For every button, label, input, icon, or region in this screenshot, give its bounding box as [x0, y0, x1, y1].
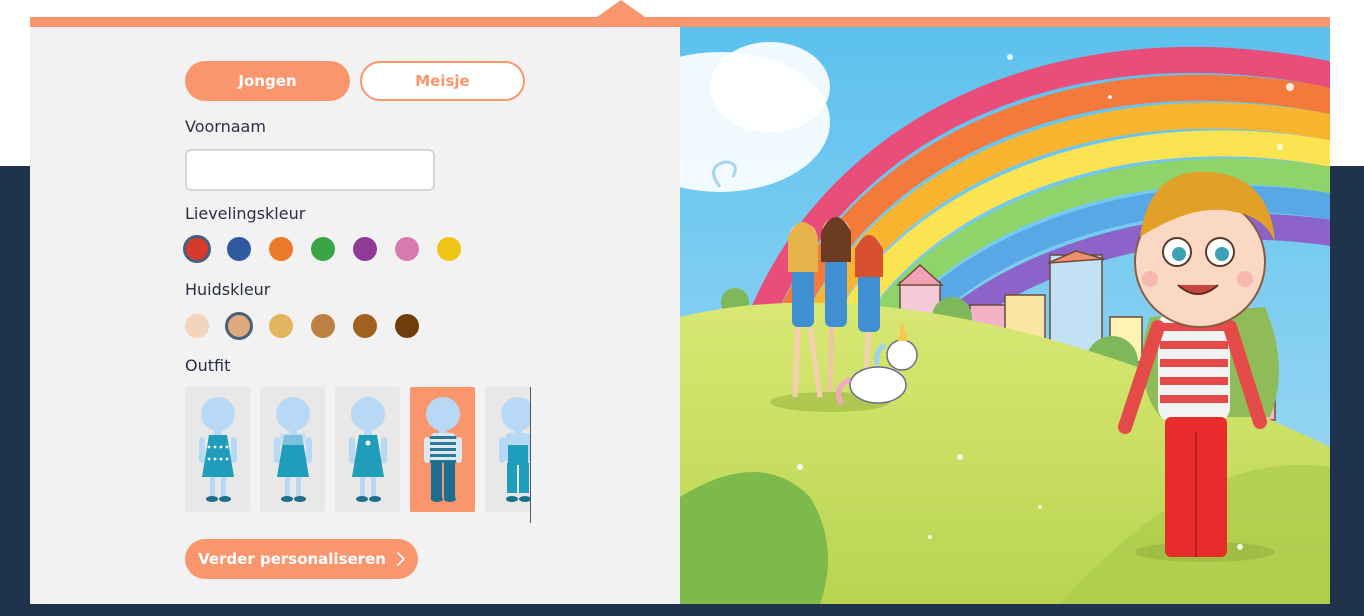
skin-color-swatch-4[interactable] [311, 314, 335, 338]
outfit-figure-icon [499, 397, 530, 502]
outfit-figure-icon [349, 397, 387, 502]
outfit-figure-icon [199, 397, 237, 502]
outfit-figure-icon [274, 397, 312, 502]
outfit-option-striped-shirt-jeans[interactable] [410, 387, 475, 512]
favorite-color-swatch-4[interactable] [311, 237, 335, 261]
first-name-label: Voornaam [185, 117, 266, 136]
outfit-option-dungarees[interactable] [485, 387, 530, 512]
top-notch [597, 0, 645, 17]
favorite-color-swatch-7[interactable] [437, 237, 461, 261]
favorite-color-label: Lievelingskleur [185, 204, 306, 223]
chevron-right-icon [397, 552, 405, 566]
skin-color-swatch-1[interactable] [185, 314, 209, 338]
book-preview-illustration [680, 27, 1330, 604]
outfit-carousel[interactable] [185, 387, 531, 523]
favorite-color-swatch-1[interactable] [183, 235, 211, 263]
skin-color-swatch-2[interactable] [225, 312, 253, 340]
skin-color-swatch-5[interactable] [353, 314, 377, 338]
favorite-color-swatch-6[interactable] [395, 237, 419, 261]
skin-color-swatch-3[interactable] [269, 314, 293, 338]
gender-girl-button[interactable]: Meisje [360, 61, 525, 101]
outfit-option-heart-dress[interactable] [335, 387, 400, 512]
skin-color-label: Huidskleur [185, 280, 271, 299]
outfit-label: Outfit [185, 356, 231, 375]
outfit-figure-icon [424, 397, 462, 502]
favorite-color-swatch-3[interactable] [269, 237, 293, 261]
gender-boy-button[interactable]: Jongen [185, 61, 350, 101]
skin-color-swatch-6[interactable] [395, 314, 419, 338]
favorite-color-swatch-2[interactable] [227, 237, 251, 261]
outfit-option-dotted-dress[interactable] [185, 387, 250, 512]
personalize-form: Jongen Meisje Voornaam Lievelingskleur H… [30, 27, 680, 604]
continue-personalize-button[interactable]: Verder personaliseren [185, 539, 418, 579]
outfit-option-pinafore-dress[interactable] [260, 387, 325, 512]
favorite-color-swatch-5[interactable] [353, 237, 377, 261]
continue-label: Verder personaliseren [198, 550, 386, 568]
preview-scene [680, 27, 1330, 604]
first-name-input[interactable] [185, 149, 435, 191]
personalize-panel: Jongen Meisje Voornaam Lievelingskleur H… [30, 27, 1330, 604]
accent-bar [30, 17, 1330, 27]
